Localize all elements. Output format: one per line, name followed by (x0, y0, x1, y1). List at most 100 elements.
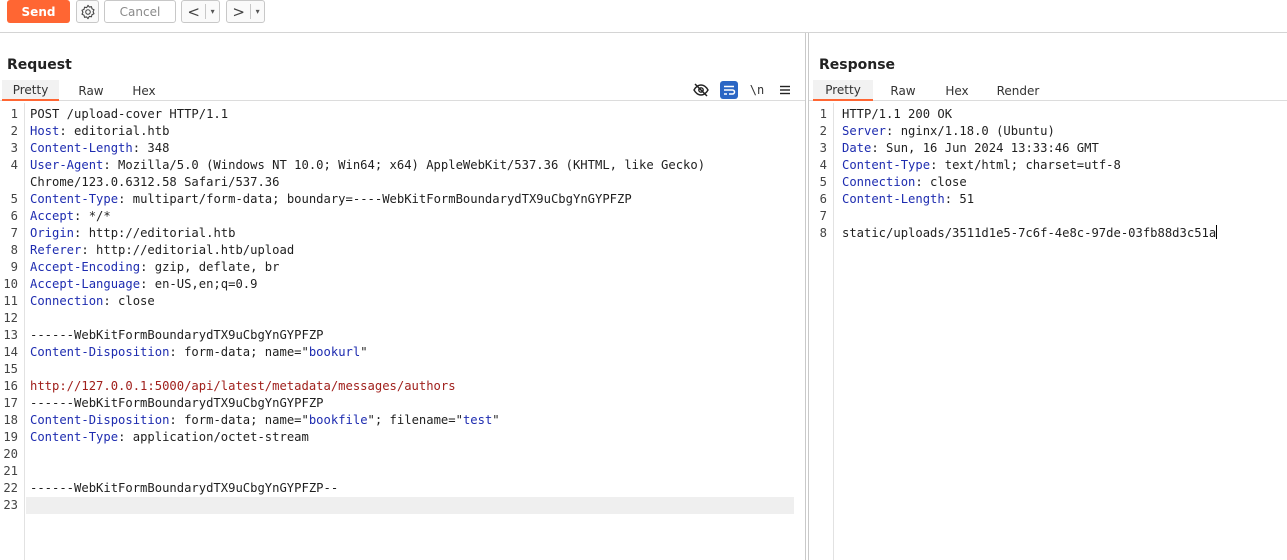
code-text: : 348 (132, 141, 170, 155)
line-number: 7 (819, 209, 827, 223)
header-name: Accept (30, 209, 75, 223)
editor-line[interactable]: 9 Accept-Encoding: gzip, deflate, br (0, 259, 805, 276)
editor-line[interactable]: 5 Content-Type: multipart/form-data; boun… (0, 191, 805, 208)
chevron-down-icon[interactable]: ▾ (250, 4, 264, 19)
request-editor[interactable]: 1 POST /upload-cover HTTP/1.1 2 Host: edito… (0, 103, 805, 560)
response-title: Response (819, 57, 896, 73)
editor-line[interactable]: 10 Accept-Language: en-US,en;q=0.9 (0, 276, 805, 293)
code-text: : multipart/form-data; boundary=----WebK… (118, 192, 632, 206)
line-content: Content-Length: 51 (842, 191, 974, 208)
editor-line[interactable]: 1 HTTP/1.1 200 OK (809, 106, 1287, 123)
line-number: 17 (3, 396, 18, 410)
editor-line[interactable]: 22 ------WebKitFormBoundarydTX9uCbgYnGYPF… (0, 480, 805, 497)
editor-line[interactable]: 14 Content-Disposition: form-data; name="… (0, 344, 805, 361)
header-name: Date (842, 141, 872, 155)
line-number: 6 (819, 192, 827, 206)
menu-icon[interactable] (776, 81, 794, 99)
editor-line[interactable]: 23 (0, 497, 805, 514)
gear-icon (80, 4, 95, 19)
line-content: Date: Sun, 16 Jun 2024 13:33:46 GMT (842, 140, 1099, 157)
code-text: : gzip, deflate, br (140, 260, 280, 274)
editor-line[interactable]: 12 (0, 310, 805, 327)
editor-line[interactable]: 7 Origin: http://editorial.htb (0, 225, 805, 242)
line-number: 7 (10, 226, 18, 240)
editor-line[interactable]: 3 Date: Sun, 16 Jun 2024 13:33:46 GMT (809, 140, 1287, 157)
editor-line[interactable]: 18 Content-Disposition: form-data; name="… (0, 412, 805, 429)
editor-line[interactable]: 16 http://127.0.0.1:5000/api/latest/metad… (0, 378, 805, 395)
line-content: Host: editorial.htb (30, 123, 169, 140)
string-value: bookurl (308, 345, 361, 359)
editor-line[interactable]: 4 User-Agent: Mozilla/5.0 (Windows NT 10.… (0, 157, 805, 174)
response-editor[interactable]: 1 HTTP/1.1 200 OK 2 Server: nginx/1.18.0 (U… (809, 103, 1287, 560)
line-content: Connection: close (30, 293, 155, 310)
line-content: Referer: http://editorial.htb/upload (30, 242, 294, 259)
editor-line[interactable]: 21 (0, 463, 805, 480)
line-number: 5 (819, 175, 827, 189)
header-name: Origin (30, 226, 75, 240)
code-text: ------WebKitFormBoundarydTX9uCbgYnGYPFZP… (30, 481, 339, 495)
chevron-left-icon[interactable]: < (182, 3, 205, 21)
tab-raw[interactable]: Raw (64, 80, 118, 101)
line-content: Accept: */* (30, 208, 111, 225)
settings-button[interactable] (76, 0, 99, 23)
header-name: Content-Length (842, 192, 945, 206)
hide-eye-icon[interactable] (692, 81, 710, 99)
code-text: Chrome/123.0.6312.58 Safari/537.36 (30, 175, 280, 189)
header-name: Accept-Language (30, 277, 141, 291)
editor-line[interactable]: 19 Content-Type: application/octet-stream (0, 429, 805, 446)
header-name: Content-Type (30, 192, 119, 206)
line-number: 6 (10, 209, 18, 223)
tab-raw[interactable]: Raw (877, 80, 929, 101)
back-history-button[interactable]: < ▾ (181, 0, 220, 23)
editor-line[interactable]: 2 Server: nginx/1.18.0 (Ubuntu) (809, 123, 1287, 140)
editor-line[interactable]: 1 POST /upload-cover HTTP/1.1 (0, 106, 805, 123)
code-text: : */* (74, 209, 111, 223)
editor-line[interactable]: 2 Host: editorial.htb (0, 123, 805, 140)
line-content: Content-Disposition: form-data; name="bo… (30, 344, 368, 361)
editor-line[interactable]: 13 ------WebKitFormBoundarydTX9uCbgYnGYPF… (0, 327, 805, 344)
chevron-down-icon[interactable]: ▾ (205, 4, 219, 19)
editor-line[interactable]: 6 Content-Length: 51 (809, 191, 1287, 208)
editor-line[interactable]: 7 (809, 208, 1287, 225)
line-number: 4 (819, 158, 827, 172)
editor-line[interactable]: 6 Accept: */* (0, 208, 805, 225)
wrap-lines-icon[interactable] (720, 81, 738, 99)
tab-hex[interactable]: Hex (935, 80, 979, 101)
editor-line[interactable]: 4 Content-Type: text/html; charset=utf-8 (809, 157, 1287, 174)
response-panel: Response Pretty Raw Hex Render 1 HTTP/1.1… (808, 33, 1287, 560)
editor-line[interactable]: 3 Content-Length: 348 (0, 140, 805, 157)
line-number: 19 (3, 430, 18, 444)
line-number: 2 (819, 124, 827, 138)
editor-line[interactable]: Chrome/123.0.6312.58 Safari/537.36 (0, 174, 805, 191)
header-name: Content-Type (842, 158, 931, 172)
editor-line[interactable]: 5 Connection: close (809, 174, 1287, 191)
editor-line[interactable]: 8 static/uploads/3511d1e5-7c6f-4e8c-97de-… (809, 225, 1287, 242)
line-number: 12 (3, 311, 18, 325)
code-text: : http://editorial.htb (74, 226, 236, 240)
code-text: : editorial.htb (59, 124, 170, 138)
request-tabs: Pretty Raw Hex (0, 80, 805, 101)
code-text: ------WebKitFormBoundarydTX9uCbgYnGYPFZP (30, 328, 324, 342)
tab-pretty[interactable]: Pretty (813, 80, 873, 101)
editor-line[interactable]: 15 (0, 361, 805, 378)
header-name: Connection (30, 294, 104, 308)
tab-hex[interactable]: Hex (122, 80, 166, 101)
code-text: : application/octet-stream (118, 430, 309, 444)
code-text: : nginx/1.18.0 (Ubuntu) (886, 124, 1055, 138)
forward-history-button[interactable]: > ▾ (226, 0, 265, 23)
tab-pretty[interactable]: Pretty (2, 80, 59, 101)
editor-line[interactable]: 17 ------WebKitFormBoundarydTX9uCbgYnGYPF… (0, 395, 805, 412)
editor-line[interactable]: 20 (0, 446, 805, 463)
line-content: Accept-Language: en-US,en;q=0.9 (30, 276, 257, 293)
newline-toggle[interactable]: \n (748, 81, 766, 99)
line-content: HTTP/1.1 200 OK (842, 106, 952, 123)
cancel-button[interactable]: Cancel (104, 0, 176, 23)
line-content: Content-Type: application/octet-stream (30, 429, 309, 446)
code-text: " (492, 413, 500, 427)
editor-line[interactable]: 11 Connection: close (0, 293, 805, 310)
request-editor-tools: \n (690, 81, 800, 99)
tab-render[interactable]: Render (989, 80, 1047, 101)
chevron-right-icon[interactable]: > (227, 3, 250, 21)
editor-line[interactable]: 8 Referer: http://editorial.htb/upload (0, 242, 805, 259)
send-button[interactable]: Send (7, 0, 70, 23)
